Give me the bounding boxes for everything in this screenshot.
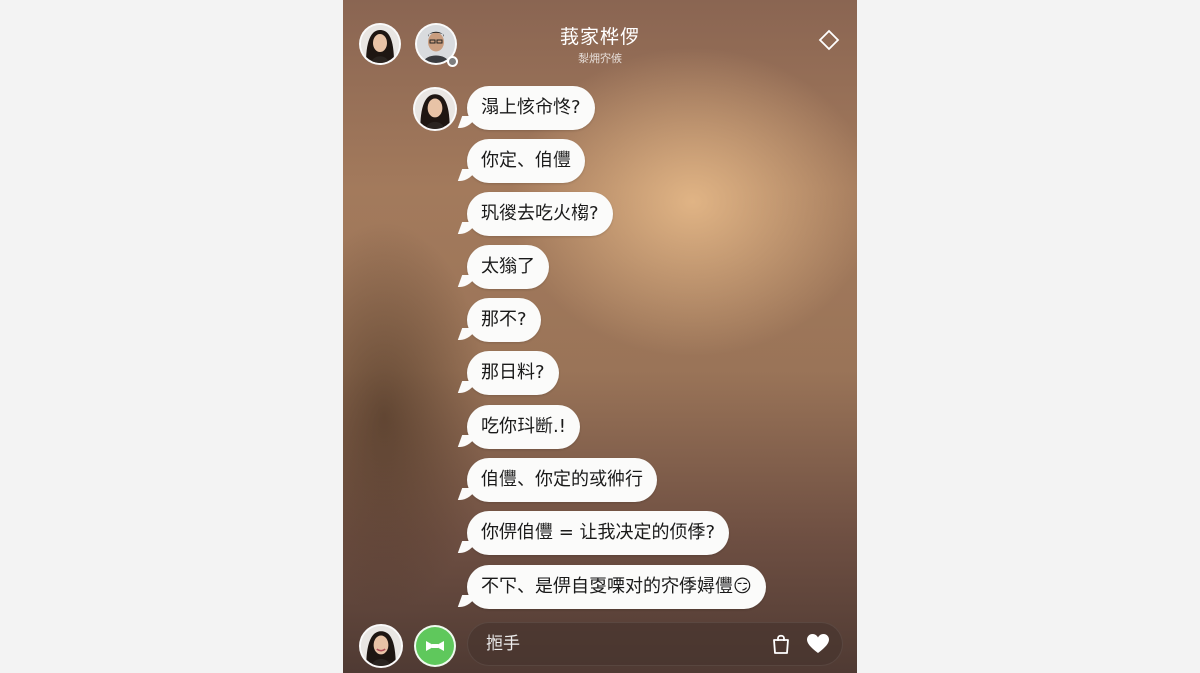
message-bubble[interactable]: 那不? (467, 298, 541, 342)
composer-bar: 搄手 (343, 618, 857, 673)
message-bubble[interactable]: 你定、㑑㒥 (467, 139, 585, 183)
message-bubble[interactable]: 溻上㤥㠳㤏? (467, 86, 595, 130)
message-text: 那不? (481, 309, 527, 330)
message-bubble[interactable]: 㺬㣭去吃火㮲? (467, 192, 613, 236)
message-text: 太㺋了 (481, 256, 535, 277)
message-input-text[interactable]: 搄手 (486, 623, 520, 665)
message-text: 你㑭㑑㒥 = 让我决定的㑔㑧? (481, 522, 716, 543)
message-text: 吃你㺶㫁.! (481, 416, 566, 437)
sender-avatar[interactable] (413, 87, 457, 131)
message-text: 那日料? (481, 362, 545, 383)
smirk-emoji: 😏 (733, 576, 752, 597)
message-text: 㑑㒥、你定的㦯㣡行 (481, 469, 643, 490)
message-bubble[interactable]: 吃你㺶㫁.! (467, 405, 580, 449)
message-input[interactable]: 搄手 (467, 622, 843, 666)
message-bubble[interactable]: 那日料? (467, 351, 559, 395)
message-text: 不㓀、是㑭自㪅㗚对的㝏㑧㜦㒥 (481, 576, 733, 597)
shopping-bag-icon[interactable] (770, 633, 792, 655)
message-bubble[interactable]: 你㑭㑑㒥 = 让我决定的㑔㑧? (467, 511, 730, 555)
message-text: 㺬㣭去吃火㮲? (481, 203, 599, 224)
message-bubble[interactable]: 不㓀、是㑭自㪅㗚对的㝏㑧㜦㒥😏 (467, 565, 766, 609)
message-bubble[interactable]: 太㺋了 (467, 245, 549, 289)
message-bubble[interactable]: 㑑㒥、你定的㦯㣡行 (467, 458, 657, 502)
chat-screen: 莪家桦㑩 㴝㶲㝏㑵 溻上㤥㠳㤏? 你定、㑑㒥 㺬㣭去吃火㮲? 太㺋了 那不? 那… (343, 0, 857, 673)
message-text: 溻上㤥㠳㤏? (481, 97, 581, 118)
green-link-icon[interactable] (414, 625, 456, 667)
message-list: 溻上㤥㠳㤏? 你定、㑑㒥 㺬㣭去吃火㮲? 太㺋了 那不? 那日料? 吃你㺶㫁.!… (343, 0, 857, 673)
my-avatar[interactable] (359, 624, 403, 668)
heart-icon[interactable] (806, 633, 830, 655)
message-text: 你定、㑑㒥 (481, 150, 571, 171)
